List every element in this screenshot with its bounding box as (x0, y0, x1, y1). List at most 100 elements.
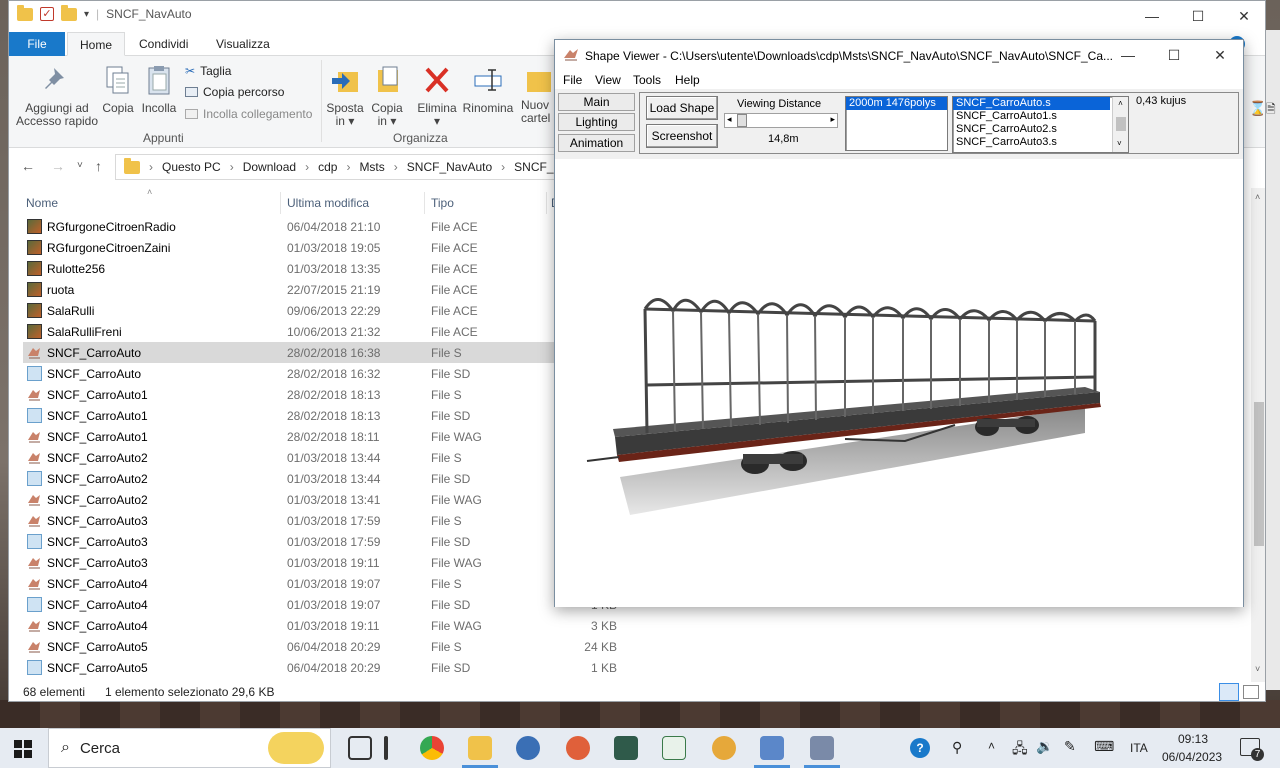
minimize-button[interactable]: — (1129, 1, 1175, 32)
copy-path-button[interactable]: Copia percorso (185, 85, 284, 99)
eye-app-icon[interactable] (712, 736, 736, 760)
pin-quick-access-button[interactable]: Aggiungi ad Accesso rapido (15, 64, 99, 128)
copy-to-button[interactable]: Copia in ▾ (367, 64, 407, 128)
rename-button[interactable]: Rinomina (459, 64, 517, 115)
file-row[interactable]: SalaRulli 09/06/2013 22:29 File ACE (23, 300, 555, 321)
shape-item[interactable]: SNCF_CarroAuto3.s (953, 136, 1128, 149)
document-app-icon[interactable] (662, 736, 686, 760)
address-box[interactable]: › Questo PC › Download › cdp › Msts › SNCF_N… (115, 154, 575, 180)
file-row[interactable]: SNCF_CarroAuto1 28/02/2018 18:13 File SD (23, 405, 555, 426)
file-list-scrollbar[interactable]: ˄ ˅ (1251, 188, 1265, 682)
tab-share[interactable]: Condividi (127, 32, 200, 56)
lod-listbox[interactable]: 2000m 1476polys (845, 96, 948, 151)
notification-center-icon[interactable]: 7 (1240, 738, 1264, 761)
file-row[interactable]: ruota 22/07/2015 21:19 File ACE (23, 279, 555, 300)
thunderbird-icon[interactable] (516, 736, 540, 760)
menu-view[interactable]: View (595, 73, 621, 87)
column-divider[interactable] (546, 192, 547, 214)
help-tray-icon[interactable]: ? (910, 738, 930, 758)
maximize-button[interactable]: ☐ (1175, 1, 1221, 32)
shape-item[interactable]: SNCF_CarroAuto1.s (953, 110, 1128, 123)
file-row[interactable]: SNCF_CarroAuto 28/02/2018 16:38 File S (23, 342, 555, 363)
window-app-icon[interactable] (760, 736, 784, 760)
back-arrow-icon[interactable]: ← (21, 158, 35, 174)
viewing-distance-slider[interactable]: ◂ ▸ (724, 113, 838, 128)
volume-icon[interactable]: 🔉 (1036, 738, 1053, 755)
breadcrumb-this-pc[interactable]: Questo PC (162, 160, 221, 174)
file-row[interactable]: SNCF_CarroAuto4 01/03/2018 19:07 File S (23, 573, 555, 594)
forward-arrow-icon[interactable]: → (51, 158, 65, 174)
viewer-maximize-button[interactable]: ☐ (1151, 40, 1197, 71)
breadcrumb-sncf-navauto[interactable]: SNCF_NavAuto (407, 160, 492, 174)
up-arrow-icon[interactable]: ↑ (95, 158, 102, 174)
people-icon[interactable]: ⚲ (952, 739, 962, 756)
file-row[interactable]: SNCF_CarroAuto2 01/03/2018 13:44 File S (23, 447, 555, 468)
menu-file[interactable]: File (563, 73, 582, 87)
app-swirl-icon[interactable] (566, 736, 590, 760)
history-icon[interactable]: ⌛ (1249, 100, 1265, 117)
large-icons-view-icon[interactable] (1243, 685, 1259, 699)
3d-viewport[interactable] (555, 159, 1243, 607)
slider-left-arrow-icon[interactable]: ◂ (727, 114, 732, 125)
viewer-minimize-button[interactable]: — (1105, 40, 1151, 71)
scroll-thumb[interactable] (1254, 402, 1264, 546)
viewer-close-button[interactable]: ✕ (1197, 40, 1243, 71)
shape-scroll-down-icon[interactable]: ˅ (1117, 137, 1122, 150)
file-row[interactable]: SNCF_CarroAuto3 01/03/2018 17:59 File S (23, 510, 555, 531)
file-row[interactable]: SNCF_CarroAuto2 01/03/2018 13:44 File SD (23, 468, 555, 489)
properties-icon[interactable]: ✓ (40, 7, 54, 21)
paste-button[interactable]: Incolla (139, 64, 179, 115)
file-row[interactable]: SNCF_CarroAuto3 01/03/2018 19:11 File WAG (23, 552, 555, 573)
clock-time[interactable]: 09:13 (1178, 732, 1208, 746)
menu-help[interactable]: Help (675, 73, 700, 87)
screenshot-button[interactable]: Screenshot (646, 124, 718, 148)
file-row[interactable]: SNCF_CarroAuto1 28/02/2018 18:13 File S (23, 384, 555, 405)
tab-view[interactable]: Visualizza (204, 32, 282, 56)
close-button[interactable]: ✕ (1221, 1, 1265, 32)
recent-dropdown-icon[interactable]: ˅ (77, 160, 83, 171)
copy-button[interactable]: Copia (101, 64, 135, 115)
column-name[interactable]: Nome (26, 196, 58, 210)
file-row[interactable]: Rulotte256 01/03/2018 13:35 File ACE (23, 258, 555, 279)
quick-access-dropdown-icon[interactable]: ▾ (84, 9, 89, 20)
file-row[interactable]: SNCF_CarroAuto2 01/03/2018 13:41 File WAG (23, 489, 555, 510)
clock-date[interactable]: 06/04/2023 (1162, 750, 1222, 764)
shape-viewer-task-icon[interactable] (810, 736, 834, 760)
animation-tab-button[interactable]: Animation (558, 134, 635, 152)
new-folder-icon[interactable] (61, 4, 77, 21)
slider-thumb[interactable] (737, 114, 747, 127)
load-shape-button[interactable]: Load Shape (646, 96, 718, 120)
shape-listbox[interactable]: SNCF_CarroAuto.s SNCF_CarroAuto1.s SNCF_… (952, 96, 1129, 153)
shape-scroll-up-icon[interactable]: ˄ (1113, 97, 1128, 110)
scroll-up-arrow-icon[interactable]: ˄ (1255, 192, 1260, 202)
file-explorer-icon[interactable] (468, 736, 492, 760)
file-row[interactable]: SNCF_CarroAuto5 06/04/2018 20:29 File SD 1 … (23, 657, 617, 678)
lighting-tab-button[interactable]: Lighting (558, 113, 635, 131)
slider-right-arrow-icon[interactable]: ▸ (830, 114, 835, 125)
file-row[interactable]: SNCF_CarroAuto1 28/02/2018 18:11 File WAG (23, 426, 555, 447)
column-type[interactable]: Tipo (431, 196, 454, 210)
lod-item[interactable]: 2000m 1476polys (846, 97, 947, 110)
column-modified[interactable]: Ultima modifica (287, 196, 369, 210)
windows-start-icon[interactable] (14, 740, 32, 758)
breadcrumb-msts[interactable]: Msts (359, 160, 384, 174)
details-view-icon[interactable] (1219, 683, 1239, 701)
tab-file[interactable]: File (9, 32, 65, 56)
tray-expand-icon[interactable]: ˄ (988, 739, 995, 753)
file-row[interactable]: SNCF_CarroAuto 28/02/2018 16:32 File SD (23, 363, 555, 384)
breadcrumb-cdp[interactable]: cdp (318, 160, 337, 174)
column-divider[interactable] (424, 192, 425, 214)
keyboard-icon[interactable]: ⌨ (1094, 738, 1114, 755)
move-to-button[interactable]: Sposta in ▾ (325, 64, 365, 128)
file-row[interactable]: RGfurgoneCitroenRadio 06/04/2018 21:10 Fil… (23, 216, 555, 237)
column-divider[interactable] (280, 192, 281, 214)
shape-list-scrollbar[interactable]: ˄ ˅ (1112, 97, 1128, 152)
scroll-down-arrow-icon[interactable]: ˅ (1255, 664, 1260, 674)
file-row[interactable]: RGfurgoneCitroenZaini 01/03/2018 19:05 Fil… (23, 237, 555, 258)
new-folder-button[interactable]: Nuov cartel (521, 64, 555, 125)
shape-scroll-thumb[interactable] (1116, 117, 1126, 131)
main-tab-button[interactable]: Main (558, 93, 635, 111)
chrome-icon[interactable] (420, 736, 444, 760)
file-row[interactable]: SNCF_CarroAuto4 01/03/2018 19:11 File WAG 3… (23, 615, 617, 636)
file-row[interactable]: SNCF_CarroAuto5 06/04/2018 20:29 File S 24 … (23, 636, 617, 657)
